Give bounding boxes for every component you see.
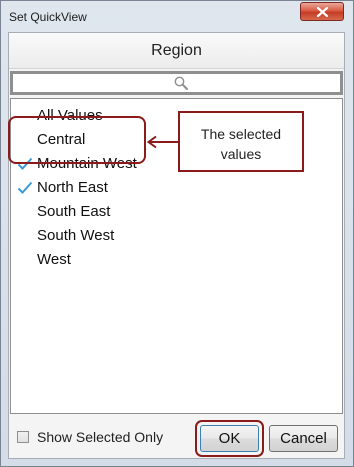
- list-item-label: South East: [37, 203, 111, 220]
- search-box: [10, 71, 343, 95]
- checkmark-icon: [17, 181, 33, 194]
- ok-button[interactable]: OK: [200, 425, 259, 452]
- list-item-label: North East: [37, 179, 108, 196]
- callout-text: The selected values: [200, 126, 282, 162]
- search-icon: [174, 76, 188, 90]
- quickview-dialog: Set QuickView Region All Values Central: [0, 0, 354, 467]
- arrow-left-icon: [146, 135, 179, 149]
- window-title: Set QuickView: [9, 10, 87, 24]
- dialog-content: Region All Values Central Mountain West: [8, 32, 345, 459]
- list-item-label: West: [37, 251, 71, 268]
- selection-highlight: [8, 116, 146, 164]
- header-label: Region: [151, 42, 202, 59]
- list-item-north-east[interactable]: North East: [11, 176, 171, 198]
- list-item-south-east[interactable]: South East: [11, 200, 171, 222]
- show-selected-only-label: Show Selected Only: [37, 429, 164, 445]
- close-icon: [316, 7, 329, 17]
- close-button[interactable]: [300, 2, 344, 21]
- title-bar: Set QuickView: [1, 1, 353, 33]
- column-header: Region: [9, 33, 344, 69]
- callout-bubble: The selected values: [178, 111, 304, 172]
- show-selected-only-checkbox[interactable]: [17, 431, 29, 443]
- cancel-button[interactable]: Cancel: [269, 425, 338, 452]
- list-item-south-west[interactable]: South West: [11, 224, 171, 246]
- list-item-west[interactable]: West: [11, 248, 171, 270]
- list-item-label: South West: [37, 227, 115, 244]
